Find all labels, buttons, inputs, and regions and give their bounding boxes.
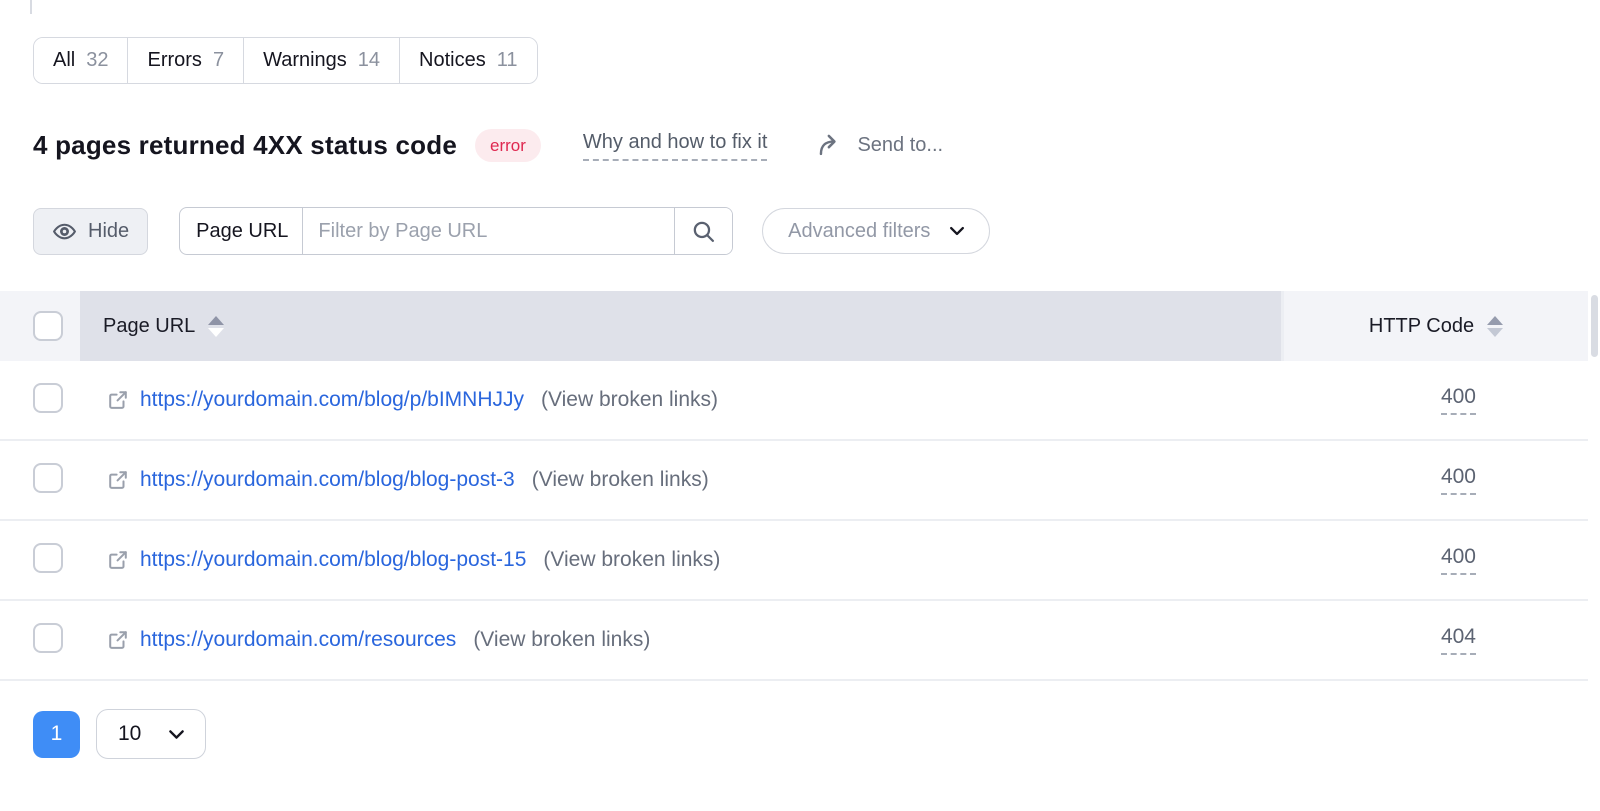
- filter-input[interactable]: [302, 208, 674, 254]
- tab-errors-count: 7: [213, 49, 224, 72]
- advanced-filters-label: Advanced filters: [788, 220, 930, 243]
- tab-errors-label: Errors: [147, 49, 201, 72]
- external-link-icon[interactable]: [107, 549, 129, 571]
- issue-filter-tabs: All 32 Errors 7 Warnings 14 Notices 11: [33, 37, 538, 84]
- table-row: https://yourdomain.com/resources (View b…: [0, 601, 1588, 681]
- vertical-scrollbar-thumb[interactable]: [1591, 295, 1598, 357]
- row-checkbox[interactable]: [33, 543, 63, 573]
- chevron-down-icon: [166, 724, 187, 745]
- send-to-button[interactable]: Send to...: [817, 132, 943, 159]
- sort-icon: [208, 316, 224, 337]
- http-code-value[interactable]: 404: [1441, 625, 1476, 655]
- select-all-checkbox[interactable]: [33, 311, 63, 341]
- filter-toolbar: Hide Page URL Advanced filters: [33, 207, 1600, 255]
- page-size-value: 10: [118, 722, 141, 746]
- row-checkbox[interactable]: [33, 383, 63, 413]
- view-broken-links-link[interactable]: (View broken links): [541, 388, 718, 412]
- column-header-page-url-label: Page URL: [103, 315, 195, 338]
- search-icon: [691, 219, 716, 244]
- table-header-row: Page URL HTTP Code: [0, 291, 1588, 361]
- issues-table: Page URL HTTP Code https://yourdom: [0, 291, 1588, 681]
- site-audit-issue-page: All 32 Errors 7 Warnings 14 Notices 11 4…: [0, 0, 1600, 811]
- view-broken-links-link[interactable]: (View broken links): [543, 548, 720, 572]
- hide-button-label: Hide: [88, 220, 129, 243]
- pagination: 1 10: [33, 709, 1600, 759]
- error-badge: error: [475, 129, 541, 162]
- page-url-filter-group: Page URL: [179, 207, 733, 255]
- chevron-down-icon: [947, 221, 967, 241]
- table-row: https://yourdomain.com/blog/blog-post-15…: [0, 521, 1588, 601]
- hide-button[interactable]: Hide: [33, 208, 148, 255]
- advanced-filters-button[interactable]: Advanced filters: [762, 208, 990, 254]
- top-edge-artifact: [30, 0, 32, 14]
- search-button[interactable]: [674, 208, 732, 254]
- table-row: https://yourdomain.com/blog/blog-post-3 …: [0, 441, 1588, 521]
- page-1-button[interactable]: 1: [33, 711, 80, 758]
- tab-notices[interactable]: Notices 11: [400, 38, 536, 83]
- sort-icon: [1487, 316, 1503, 337]
- view-broken-links-link[interactable]: (View broken links): [473, 628, 650, 652]
- issue-heading-row: 4 pages returned 4XX status code error W…: [33, 129, 1600, 162]
- tab-all-count: 32: [86, 49, 108, 72]
- tab-notices-label: Notices: [419, 49, 486, 72]
- row-checkbox[interactable]: [33, 623, 63, 653]
- send-arrow-icon: [817, 132, 844, 159]
- row-checkbox[interactable]: [33, 463, 63, 493]
- tab-warnings-label: Warnings: [263, 49, 347, 72]
- tab-notices-count: 11: [497, 49, 518, 72]
- external-link-icon[interactable]: [107, 389, 129, 411]
- filter-field-label: Page URL: [180, 208, 302, 254]
- column-header-page-url[interactable]: Page URL: [80, 291, 1281, 361]
- page-url-link[interactable]: https://yourdomain.com/blog/p/bIMNHJJy: [140, 388, 524, 412]
- page-url-link[interactable]: https://yourdomain.com/blog/blog-post-3: [140, 468, 515, 492]
- header-checkbox-cell: [0, 291, 80, 361]
- eye-icon: [52, 219, 77, 244]
- tab-warnings-count: 14: [358, 49, 380, 72]
- page-url-link[interactable]: https://yourdomain.com/resources: [140, 628, 456, 652]
- table-row: https://yourdomain.com/blog/p/bIMNHJJy (…: [0, 361, 1588, 441]
- page-title: 4 pages returned 4XX status code: [33, 130, 457, 161]
- http-code-value[interactable]: 400: [1441, 545, 1476, 575]
- page-size-select[interactable]: 10: [96, 709, 206, 759]
- column-header-http-code[interactable]: HTTP Code: [1281, 291, 1588, 361]
- page-url-link[interactable]: https://yourdomain.com/blog/blog-post-15: [140, 548, 526, 572]
- http-code-value[interactable]: 400: [1441, 385, 1476, 415]
- column-header-http-code-label: HTTP Code: [1369, 315, 1474, 338]
- tab-all-label: All: [53, 49, 75, 72]
- http-code-value[interactable]: 400: [1441, 465, 1476, 495]
- external-link-icon[interactable]: [107, 469, 129, 491]
- send-to-label: Send to...: [857, 134, 943, 157]
- tab-errors[interactable]: Errors 7: [128, 38, 244, 83]
- view-broken-links-link[interactable]: (View broken links): [532, 468, 709, 492]
- tab-all[interactable]: All 32: [34, 38, 128, 83]
- why-how-fix-link[interactable]: Why and how to fix it: [583, 131, 768, 161]
- external-link-icon[interactable]: [107, 629, 129, 651]
- tab-warnings[interactable]: Warnings 14: [244, 38, 400, 83]
